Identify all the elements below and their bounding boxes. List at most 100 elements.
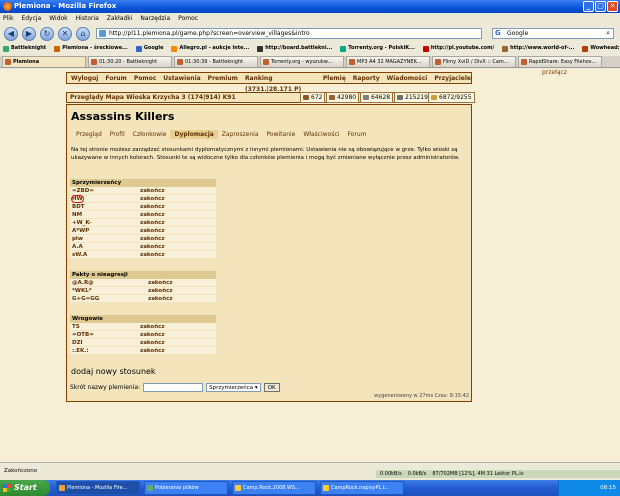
tab-mp3[interactable]: MP3 A4 32 MAGAZYNEK... (346, 56, 430, 67)
switch-link[interactable]: przełącz (542, 69, 567, 76)
table-row: +W_K-zakończ (70, 219, 216, 227)
generation-time: wygenerowany w 27ms Czas: 8:15:42 (374, 393, 469, 399)
menu-messages[interactable]: Wiadomości (387, 73, 428, 83)
tab-battleknight-1[interactable]: 01:30:20 - Battleknight (88, 56, 172, 67)
bookmark-item[interactable]: Plemiona - śreckiowe... (54, 43, 128, 54)
resource-wood: 672 (300, 92, 326, 103)
table-row: *WKL* zakończ (70, 287, 216, 295)
ok-button[interactable]: OK (263, 383, 280, 392)
menu-file[interactable]: Plik (3, 14, 13, 24)
table-row: @A.R@ zakończ (70, 279, 216, 287)
table-row: TS zakończ (70, 323, 216, 331)
tab-rapidshare[interactable]: RapidShare: Easy Filehos... (518, 56, 602, 67)
stop-button[interactable]: ✕ (58, 26, 72, 41)
add-relation-title: dodaj nowy stosunek (71, 367, 156, 376)
maximize-button[interactable]: ▢ (595, 1, 606, 12)
search-icon[interactable]: ⌕ (606, 29, 610, 38)
subtab-welcome[interactable]: Powitanie (263, 130, 300, 139)
menu-tools[interactable]: Narzędzia (140, 14, 170, 24)
task-downloads[interactable]: Pobieranie plików (144, 481, 228, 495)
diplomacy-description: Na tej stronie możesz zarządzać stosunka… (71, 147, 460, 161)
bookmark-item[interactable]: Allegro.pl - aukcje inte... (171, 43, 249, 54)
back-button[interactable]: ◀ (4, 26, 18, 41)
menu-bookmarks[interactable]: Zakładki (107, 14, 133, 24)
game-menu: Wyloguj Forum Pomoc Ustawienia Premium R… (66, 72, 472, 93)
table-row: DZI zakończ (70, 339, 216, 347)
search-placeholder: Google (507, 30, 529, 37)
bookmark-item[interactable]: Battleknight (3, 43, 46, 54)
allies-table: Sprzymierzeńcy =ZBD= zakończ HW zakończ BD… (70, 179, 216, 259)
bookmark-item[interactable]: Wowhead: Flagged fo... (582, 43, 620, 54)
enemies-header: Wrogowie (70, 315, 216, 323)
windows-logo-icon (3, 484, 11, 492)
nap-table: Pakty o nieagresji @A.R@ zakończ *WKL* zak… (70, 271, 216, 303)
menu-tribe[interactable]: Plemię (323, 73, 346, 83)
search-box[interactable]: G Google ⌕ (492, 28, 614, 39)
table-row: plw zakończ (70, 235, 216, 243)
tribe-tag-input[interactable] (143, 383, 204, 392)
enemies-table: Wrogowie TS zakończ =OTB= zakończ DZI zakoń… (70, 315, 216, 355)
resource-farm: 6872/9255 (428, 92, 475, 103)
iron-icon (363, 95, 369, 100)
bookmark-item[interactable]: http://board.battlekni... (257, 43, 332, 54)
bookmark-item[interactable]: Google (135, 43, 163, 54)
table-row: BDT zakończ (70, 203, 216, 211)
menu-logout[interactable]: Wyloguj (71, 73, 98, 83)
subtab-members[interactable]: Członkowie (129, 130, 171, 139)
table-row: =OTB= zakończ (70, 331, 216, 339)
allies-header: Sprzymierzeńcy (70, 179, 216, 187)
table-row: :.EK.: zakończ (70, 347, 216, 355)
close-button[interactable]: ✕ (607, 1, 618, 12)
table-row: G+G=GG zakończ (70, 295, 216, 303)
tab-filmy[interactable]: Filmy XviD / DivX :: Cam... (432, 56, 516, 67)
table-row: =ZBD= zakończ (70, 187, 216, 195)
tab-battleknight-2[interactable]: 01:30:39 - Battleknight (174, 56, 258, 67)
menu-help[interactable]: Pomoc (178, 14, 198, 24)
relation-select[interactable]: Sprzymierzeńca ▾ (206, 383, 261, 392)
bookmark-item[interactable]: Torrenty.org - PolskiK... (340, 43, 415, 54)
menu-edit[interactable]: Edycja (21, 14, 41, 24)
minimize-button[interactable]: _ (583, 1, 594, 12)
menu-premium[interactable]: Premium (208, 73, 238, 83)
start-button[interactable]: Start (0, 480, 50, 496)
menu-forum[interactable]: Forum (105, 73, 126, 83)
tribe-title: Assassins Killers (71, 110, 175, 123)
menu-reports[interactable]: Raporty (353, 73, 380, 83)
bookmark-item[interactable]: http://www.world-of-... (502, 43, 574, 54)
subtab-properties[interactable]: Właściwości (299, 130, 343, 139)
storage-icon (397, 95, 403, 100)
tab-plemiona[interactable]: Plemiona (2, 56, 86, 67)
tab-torrenty[interactable]: Torrenty.org - wyszukw... (260, 56, 344, 67)
menu-settings[interactable]: Ustawienia (163, 73, 200, 83)
window-title: Plemiona - Mozilla Firefox (14, 2, 117, 10)
subtab-profile[interactable]: Profil (106, 130, 129, 139)
tab-strip: Plemiona 01:30:20 - Battleknight 01:30:3… (0, 56, 620, 68)
add-relation-form: Skrót nazwy plemienia: Sprzymierzeńca ▾ … (70, 383, 280, 392)
menu-ranking[interactable]: Ranking (3731.|28.171 P) (245, 73, 316, 93)
table-row: NM zakończ (70, 211, 216, 219)
task-firefox[interactable]: Plemiona - Mozilla Fire... (56, 481, 140, 495)
system-tray: 08:15 (558, 480, 620, 496)
menu-friends[interactable]: Przyjaciele (434, 73, 471, 83)
forward-button[interactable]: ▶ (22, 26, 36, 41)
speed-indicator: 0.00kB/s 0.0kB/s 87/702MB [12%], 4M 31 Lek… (376, 470, 620, 478)
clock: 08:15 (600, 485, 616, 491)
site-favicon-icon (99, 30, 106, 37)
home-button[interactable]: ⌂ (76, 26, 90, 41)
subtab-invitations[interactable]: Zaproszenia (218, 130, 263, 139)
menu-history[interactable]: Historia (76, 14, 99, 24)
tribe-panel: Assassins Killers Przegląd Profil Członk… (66, 104, 472, 402)
subtab-forum[interactable]: Forum (343, 130, 370, 139)
reload-button[interactable]: ↻ (40, 26, 54, 41)
url-bar[interactable]: http://pl11.plemiona.pl/game.php?screen=… (96, 28, 482, 39)
task-subtitles[interactable]: CampRock.napisyPL.t... (320, 481, 404, 495)
task-camp-rock[interactable]: Camp.Rock.2008.WS... (232, 481, 316, 495)
tribe-subtabs: Przegląd Profil Członkowie Dyplomacja Za… (72, 130, 370, 139)
table-row: A*WP zakończ (70, 227, 216, 235)
subtab-overview[interactable]: Przegląd (72, 130, 106, 139)
bookmark-item[interactable]: http://pl.youtube.com/ (422, 43, 494, 54)
subtab-diplomacy[interactable]: Dyplomacja (170, 130, 218, 139)
menu-view[interactable]: Widok (49, 14, 67, 24)
clay-icon (329, 95, 335, 100)
menu-help-game[interactable]: Pomoc (134, 73, 156, 83)
